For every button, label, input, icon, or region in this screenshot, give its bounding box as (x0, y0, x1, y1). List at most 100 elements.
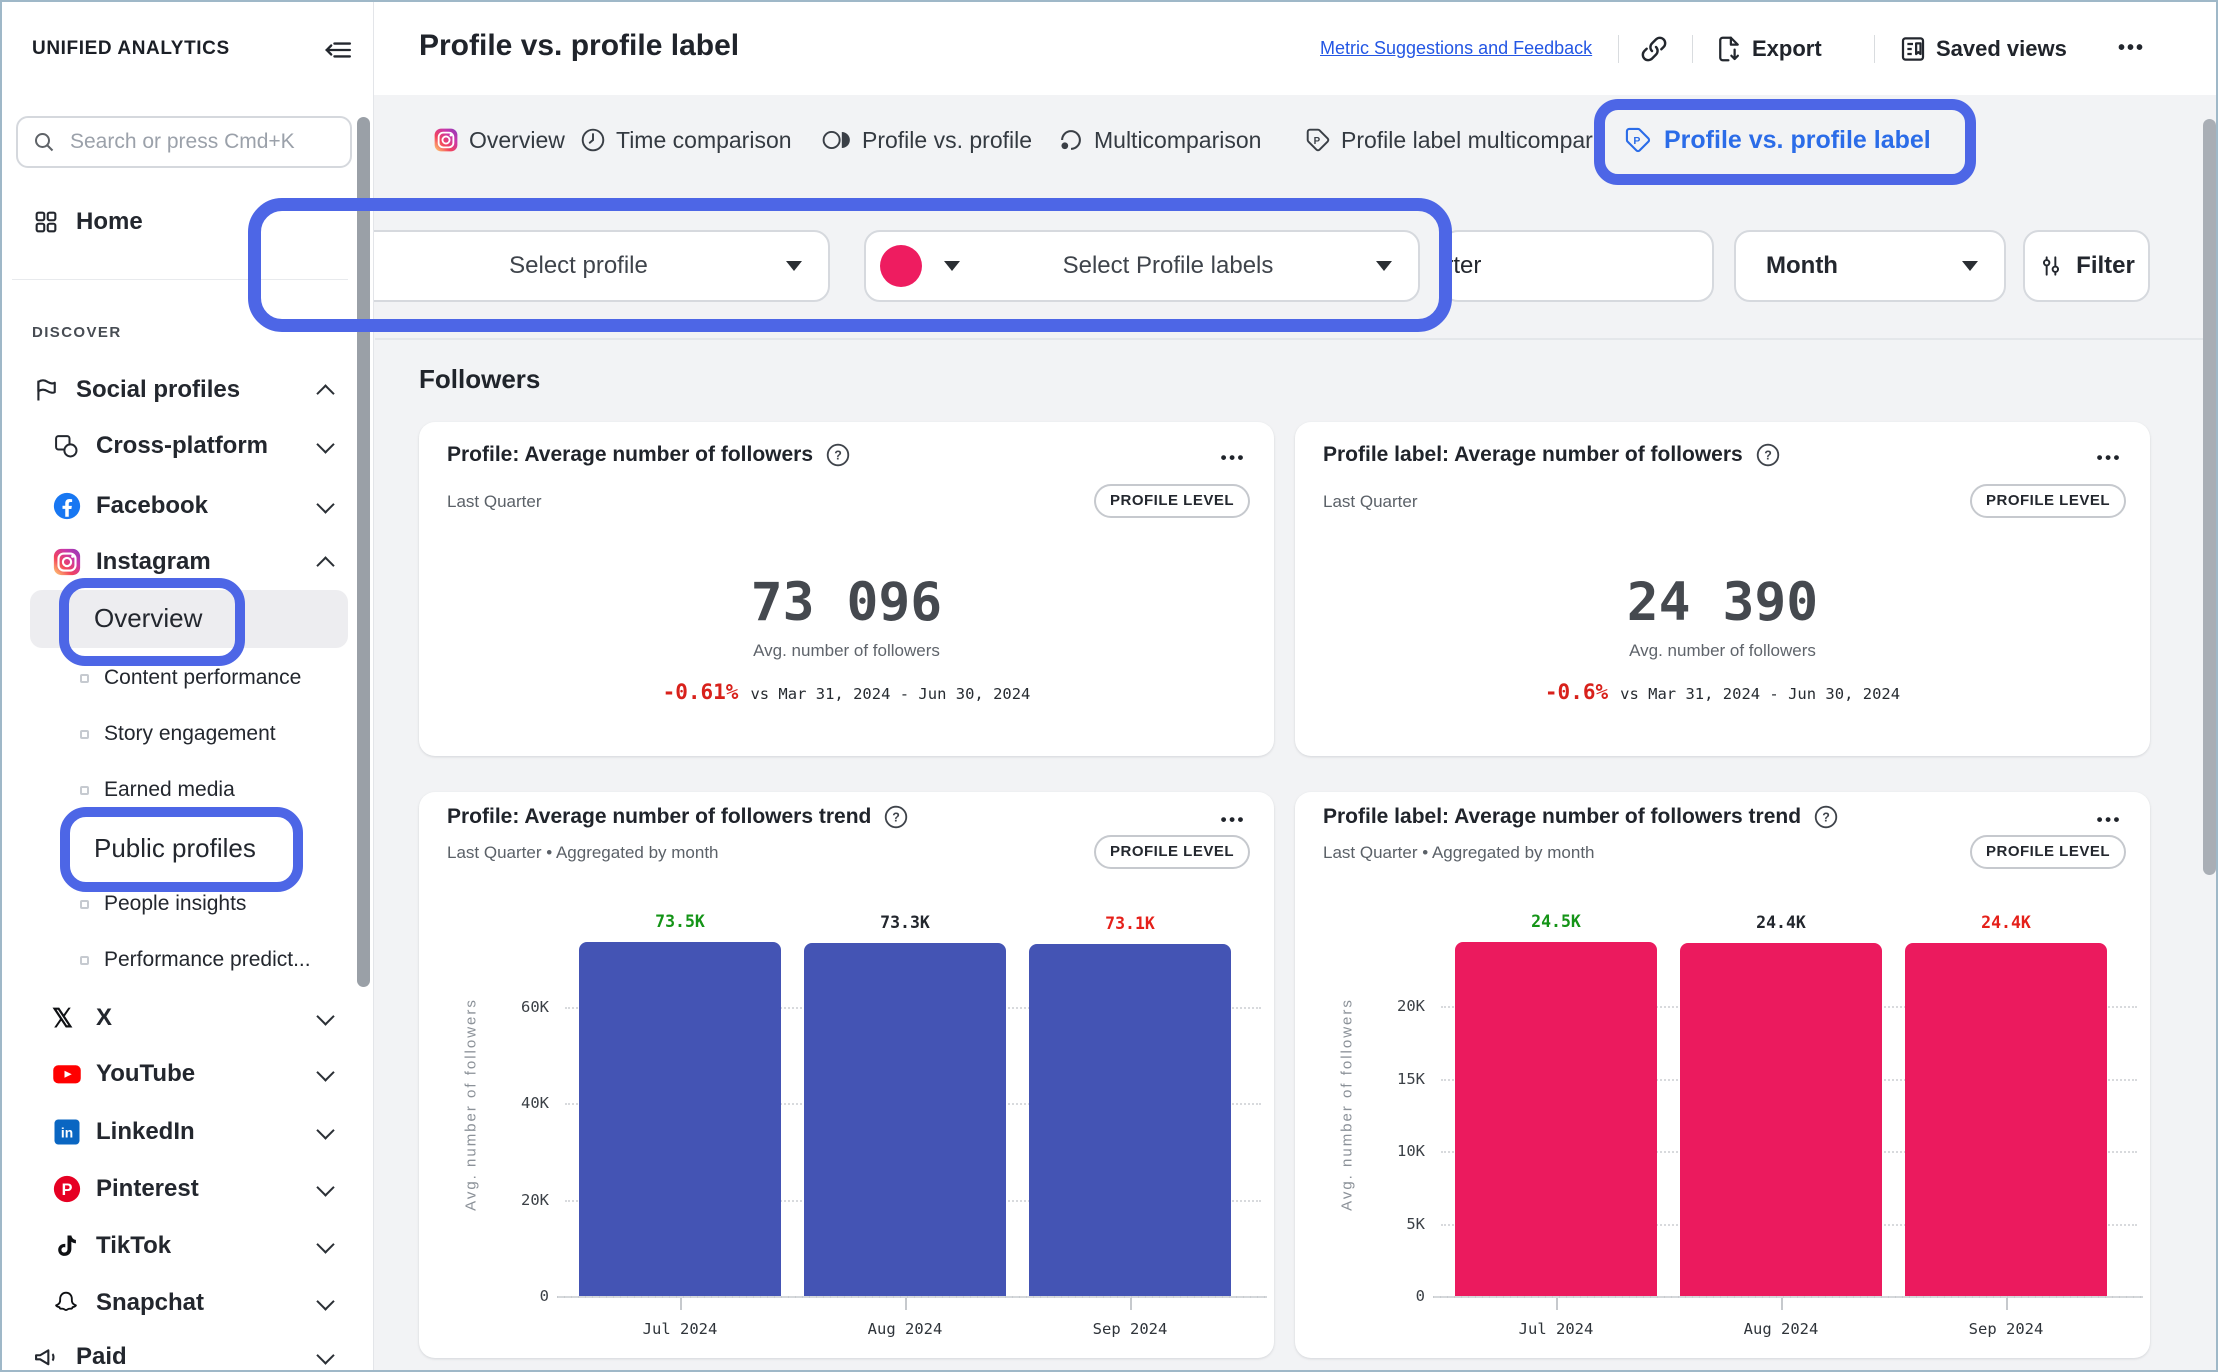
export-icon (1714, 34, 1744, 64)
y-axis-title: Avg. number of followers (1339, 950, 1356, 1260)
sidebar-item-performance-prediction[interactable]: Performance predict... (2, 936, 374, 984)
date-range-value: Last Quarter (1442, 252, 1481, 280)
bar[interactable] (579, 942, 781, 1297)
tab-multicomparison[interactable]: Multicomparison (1058, 124, 1261, 156)
sidebar-item-overview[interactable]: Overview (2, 594, 374, 642)
x-icon: 𝕏 (52, 1005, 82, 1031)
copy-link-button[interactable] (1638, 2, 1670, 95)
x-tick-label: Aug 2024 (825, 1320, 985, 1338)
y-tick-label: 20K (459, 1191, 549, 1209)
tab-profile-vs-profile-label-active[interactable]: P Profile vs. profile label (1624, 120, 1931, 160)
sidebar-item-instagram[interactable]: Instagram (2, 538, 374, 586)
x-axis-line (557, 1296, 1267, 1298)
profile-labels-color-dot[interactable] (880, 245, 922, 287)
svg-text:P: P (1633, 135, 1640, 147)
sidebar-item-youtube[interactable]: YouTube (2, 1050, 374, 1098)
collapse-sidebar-icon[interactable] (319, 32, 355, 68)
instagram-icon (433, 127, 459, 153)
sidebar-item-snapchat[interactable]: Snapchat (2, 1279, 374, 1327)
y-tick-label: 5K (1335, 1215, 1425, 1233)
sidebar-item-public-profiles[interactable]: Public profiles (2, 824, 374, 872)
y-tick-label: 20K (1335, 997, 1425, 1015)
profile-label-tag-icon: P (1624, 126, 1652, 154)
caret-down-icon (1962, 261, 1978, 271)
bullet-icon (80, 786, 89, 795)
sidebar-scrollbar[interactable] (357, 117, 370, 987)
page-title: Profile vs. profile label (419, 29, 739, 63)
profile-vs-profile-icon (822, 127, 852, 153)
select-profile-placeholder: Select profile (371, 252, 786, 280)
cross-platform-icon (52, 432, 82, 460)
select-profile-labels-placeholder: Select Profile labels (960, 252, 1376, 280)
sidebar-item-linkedin[interactable]: in LinkedIn (2, 1108, 374, 1156)
facebook-icon (52, 491, 82, 521)
help-icon[interactable]: ? (1755, 442, 1781, 468)
kpi-value: 24 390 (1295, 572, 2150, 633)
sidebar: UNIFIED ANALYTICS Home DI (2, 2, 374, 1370)
snapchat-icon (52, 1289, 82, 1317)
bar-chart: Avg. number of followers 020K40K60K73.5K… (419, 792, 1274, 1358)
page-scrollbar[interactable] (2203, 119, 2216, 875)
kpi-delta-row: -0.61% vs Mar 31, 2024 - Jun 30, 2024 (419, 680, 1274, 704)
search-box[interactable] (16, 116, 352, 168)
followers-section-title: Followers (419, 364, 540, 395)
sidebar-item-content-performance[interactable]: Content performance (2, 654, 374, 702)
metric-suggestions-link[interactable]: Metric Suggestions and Feedback (1320, 38, 1592, 59)
filter-sliders-icon (2038, 253, 2064, 279)
svg-text:P: P (62, 1181, 73, 1199)
kpi-card-profile-followers: Profile: Average number of followers ? •… (419, 422, 1274, 756)
x-tick-mark (1781, 1298, 1783, 1310)
tab-time-comparison[interactable]: Time comparison (580, 124, 792, 156)
bar[interactable] (1680, 943, 1882, 1297)
sidebar-item-social-profiles[interactable]: Social profiles (2, 366, 374, 414)
sidebar-item-tiktok[interactable]: TikTok (2, 1222, 374, 1270)
card-period: Last Quarter (447, 492, 542, 512)
sidebar-item-home[interactable]: Home (2, 198, 374, 246)
tab-profile-vs-profile[interactable]: Profile vs. profile (822, 124, 1032, 156)
x-tick-label: Aug 2024 (1701, 1320, 1861, 1338)
bar[interactable] (1029, 944, 1231, 1297)
chevron-down-icon (316, 1063, 334, 1081)
y-tick-label: 10K (1335, 1142, 1425, 1160)
sidebar-item-pinterest[interactable]: P Pinterest (2, 1165, 374, 1213)
sidebar-item-earned-media[interactable]: Earned media (2, 766, 374, 814)
filter-button[interactable]: Filter (2023, 230, 2150, 302)
tab-overview[interactable]: Overview (433, 124, 565, 156)
bar-value-label: 73.3K (804, 913, 1006, 932)
export-button[interactable]: Export (1714, 2, 1822, 95)
card-menu-button[interactable]: ••• (1221, 448, 1246, 468)
sidebar-item-story-engagement[interactable]: Story engagement (2, 710, 374, 758)
x-axis-line (1433, 1296, 2143, 1298)
saved-views-button[interactable]: Saved views (1898, 2, 2067, 95)
discover-section-label: DISCOVER (32, 324, 122, 341)
kpi-delta: -0.61% (663, 680, 739, 704)
chevron-up-icon (316, 556, 334, 574)
bar[interactable] (1905, 943, 2107, 1297)
chevron-down-icon (316, 1178, 334, 1196)
kpi-compare-period: vs Mar 31, 2024 - Jun 30, 2024 (1620, 685, 1900, 703)
aggregation-dropdown[interactable]: Month (1734, 230, 2006, 302)
sidebar-item-x[interactable]: 𝕏 X (2, 994, 374, 1042)
date-range-dropdown[interactable]: Last Quarter (1442, 230, 1714, 302)
x-tick-label: Sep 2024 (1050, 1320, 1210, 1338)
header-more-button[interactable]: ••• (2118, 2, 2145, 95)
chart-card-profile-label-followers-trend: Profile label: Average number of followe… (1295, 792, 2150, 1358)
search-input[interactable] (68, 129, 343, 155)
bar-value-label: 24.4K (1680, 913, 1882, 932)
y-tick-label: 15K (1335, 1070, 1425, 1088)
sidebar-item-paid[interactable]: Paid (2, 1333, 374, 1372)
x-tick-mark (1130, 1298, 1132, 1310)
help-icon[interactable]: ? (825, 442, 851, 468)
sidebar-item-people-insights[interactable]: People insights (2, 880, 374, 928)
bar[interactable] (804, 943, 1006, 1297)
select-profile-labels-dropdown[interactable]: Select Profile labels (864, 230, 1420, 302)
sidebar-item-facebook[interactable]: Facebook (2, 482, 374, 530)
kpi-value-label: Avg. number of followers (419, 641, 1274, 661)
kpi-compare-period: vs Mar 31, 2024 - Jun 30, 2024 (750, 685, 1030, 703)
sidebar-item-cross-platform[interactable]: Cross-platform (2, 422, 374, 470)
tab-profile-label-multicomparison[interactable]: P Profile label multicomparison (1305, 124, 1605, 156)
bar[interactable] (1455, 942, 1657, 1297)
bar-value-label: 73.5K (579, 912, 781, 931)
y-tick-label: 0 (459, 1287, 549, 1305)
card-menu-button[interactable]: ••• (2097, 448, 2122, 468)
